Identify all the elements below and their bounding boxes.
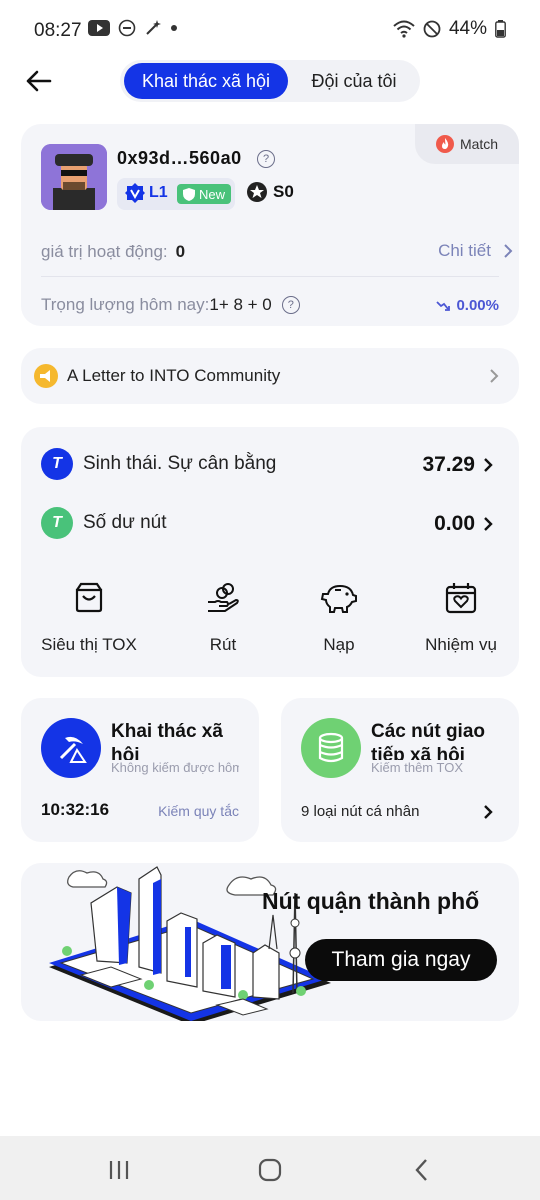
detail-label: Chi tiết — [438, 241, 491, 260]
chevron-right-icon — [484, 517, 493, 531]
battery-percent: 44% — [448, 18, 487, 39]
weight-row: Trọng lượng hôm nay: 1+ 8 + 0 ? — [41, 295, 300, 315]
level-badges: L1 New — [117, 178, 235, 210]
announcement-banner[interactable]: A Letter to INTO Community — [21, 348, 519, 404]
avatar-image — [41, 144, 107, 210]
star-badge-icon — [247, 182, 267, 202]
announcement-text: A Letter to INTO Community — [67, 366, 281, 385]
status-system-icons: 44% — [393, 18, 506, 40]
weight-value: 1+ 8 + 0 — [209, 295, 272, 314]
city-illustration — [49, 866, 331, 1021]
home-icon[interactable] — [258, 1158, 282, 1182]
nodes-subtitle: Kiếm thêm TOX — [371, 760, 499, 775]
action-label: Siêu thị TOX — [41, 635, 137, 654]
action-tasks[interactable]: Nhiệm vụ — [401, 581, 521, 655]
withdraw-hand-icon — [208, 583, 239, 612]
dot-icon — [171, 25, 177, 31]
detail-link[interactable]: Chi tiết — [438, 241, 513, 261]
chevron-right-icon — [504, 244, 513, 258]
recent-apps-icon[interactable] — [108, 1160, 130, 1180]
tab-my-team[interactable]: Đội của tôi — [290, 63, 418, 99]
chevron-right-icon — [490, 369, 499, 383]
blocked-icon — [423, 20, 441, 38]
match-label: Match — [459, 136, 499, 152]
node-coin-icon: T — [41, 507, 73, 539]
new-badge: New — [177, 184, 232, 204]
level-badge: L1 — [125, 183, 168, 203]
weight-change-value: 0.00% — [456, 297, 499, 314]
level-label: L1 — [149, 184, 168, 201]
weight-change: 0.00% — [436, 297, 499, 314]
weight-label: Trọng lượng hôm nay: — [41, 295, 210, 314]
social-nodes-card[interactable]: Các nút giao tiếp xã hội Kiếm thêm TOX 9… — [281, 698, 519, 842]
chevron-right-icon — [484, 805, 493, 819]
action-tox-market[interactable]: Siêu thị TOX — [29, 581, 149, 655]
new-badge-label: New — [199, 186, 226, 202]
magic-wand-icon — [146, 20, 161, 35]
tab-social-mining[interactable]: Khai thác xã hội — [124, 63, 288, 99]
avatar[interactable] — [41, 144, 107, 210]
shield-icon — [183, 187, 195, 201]
tox-coin-icon: T — [41, 448, 73, 480]
piggy-bank-icon — [320, 584, 357, 613]
mining-subtitle: Không kiếm được hôm nay — [111, 760, 239, 775]
social-mining-card[interactable]: Khai thác xã hội Không kiếm được hôm nay… — [21, 698, 259, 842]
system-nav-bar — [0, 1136, 540, 1200]
mining-timer: 10:32:16 — [41, 800, 110, 819]
balance-card: T Sinh thái. Sự cân bằng 37.29 T Số dư n… — [21, 427, 519, 677]
wallet-address: 0x93d…560a0 — [117, 148, 242, 168]
node-balance-row[interactable]: T Số dư nút — [41, 507, 167, 539]
so-badge: S0 — [247, 182, 294, 202]
trend-down-icon — [436, 300, 451, 311]
eco-balance-row[interactable]: T Sinh thái. Sự cân bằng — [41, 448, 276, 480]
battery-icon — [495, 20, 506, 38]
eco-balance-label: Sinh thái. Sự cân bằng — [83, 453, 277, 474]
mining-icon — [41, 718, 101, 778]
match-button[interactable]: Match — [415, 124, 519, 164]
verified-v-icon — [125, 183, 145, 203]
profile-card: Match 0x93d…560a0 ? L1 New S0 giá trị ho… — [21, 124, 519, 326]
node-balance-label: Số dư nút — [83, 512, 167, 533]
node-balance-value: 0.00 — [434, 512, 475, 535]
do-not-disturb-icon — [118, 19, 136, 37]
help-icon[interactable]: ? — [257, 150, 275, 168]
action-withdraw[interactable]: Rút — [163, 581, 283, 655]
flame-icon — [435, 135, 454, 153]
so-label: S0 — [273, 182, 294, 201]
status-time: 08:27 — [34, 20, 82, 41]
activity-row: giá trị hoạt động: 0 — [41, 242, 185, 262]
action-label: Nhiệm vụ — [425, 635, 497, 654]
tab-switcher: Khai thác xã hội Đội của tôi — [120, 60, 420, 102]
wifi-icon — [393, 20, 415, 38]
eco-balance-value-group[interactable]: 37.29 — [422, 453, 493, 477]
weight-help-icon[interactable]: ? — [281, 296, 300, 314]
status-bar: 08:27 44% — [0, 0, 540, 60]
city-node-title: Nút quận thành phố — [262, 888, 480, 914]
action-label: Nạp — [323, 635, 355, 654]
activity-label: giá trị hoạt động: — [41, 242, 168, 261]
youtube-icon — [88, 20, 110, 36]
action-deposit[interactable]: Nạp — [279, 581, 399, 655]
join-now-button[interactable]: Tham gia ngay — [305, 939, 497, 981]
city-node-banner[interactable]: Nút quận thành phố Tham gia ngay — [21, 863, 519, 1021]
node-balance-value-group[interactable]: 0.00 — [434, 512, 493, 536]
nodes-icon — [301, 718, 361, 778]
megaphone-icon — [34, 364, 58, 388]
chevron-right-icon — [484, 458, 493, 472]
status-notification-icons — [88, 19, 178, 37]
divider — [41, 276, 499, 277]
action-label: Rút — [209, 635, 237, 654]
mining-rules-link[interactable]: Kiếm quy tắc — [158, 803, 239, 819]
activity-value: 0 — [175, 242, 186, 261]
calendar-heart-icon — [445, 583, 477, 614]
back-nav-icon[interactable] — [414, 1158, 428, 1182]
back-arrow-icon[interactable] — [22, 64, 56, 98]
eco-balance-value: 37.29 — [422, 453, 475, 476]
coin-stack-icon — [318, 732, 344, 763]
pickaxe-icon — [59, 736, 87, 763]
cart-icon — [75, 582, 103, 613]
nodes-info: 9 loại nút cá nhân — [301, 803, 420, 820]
